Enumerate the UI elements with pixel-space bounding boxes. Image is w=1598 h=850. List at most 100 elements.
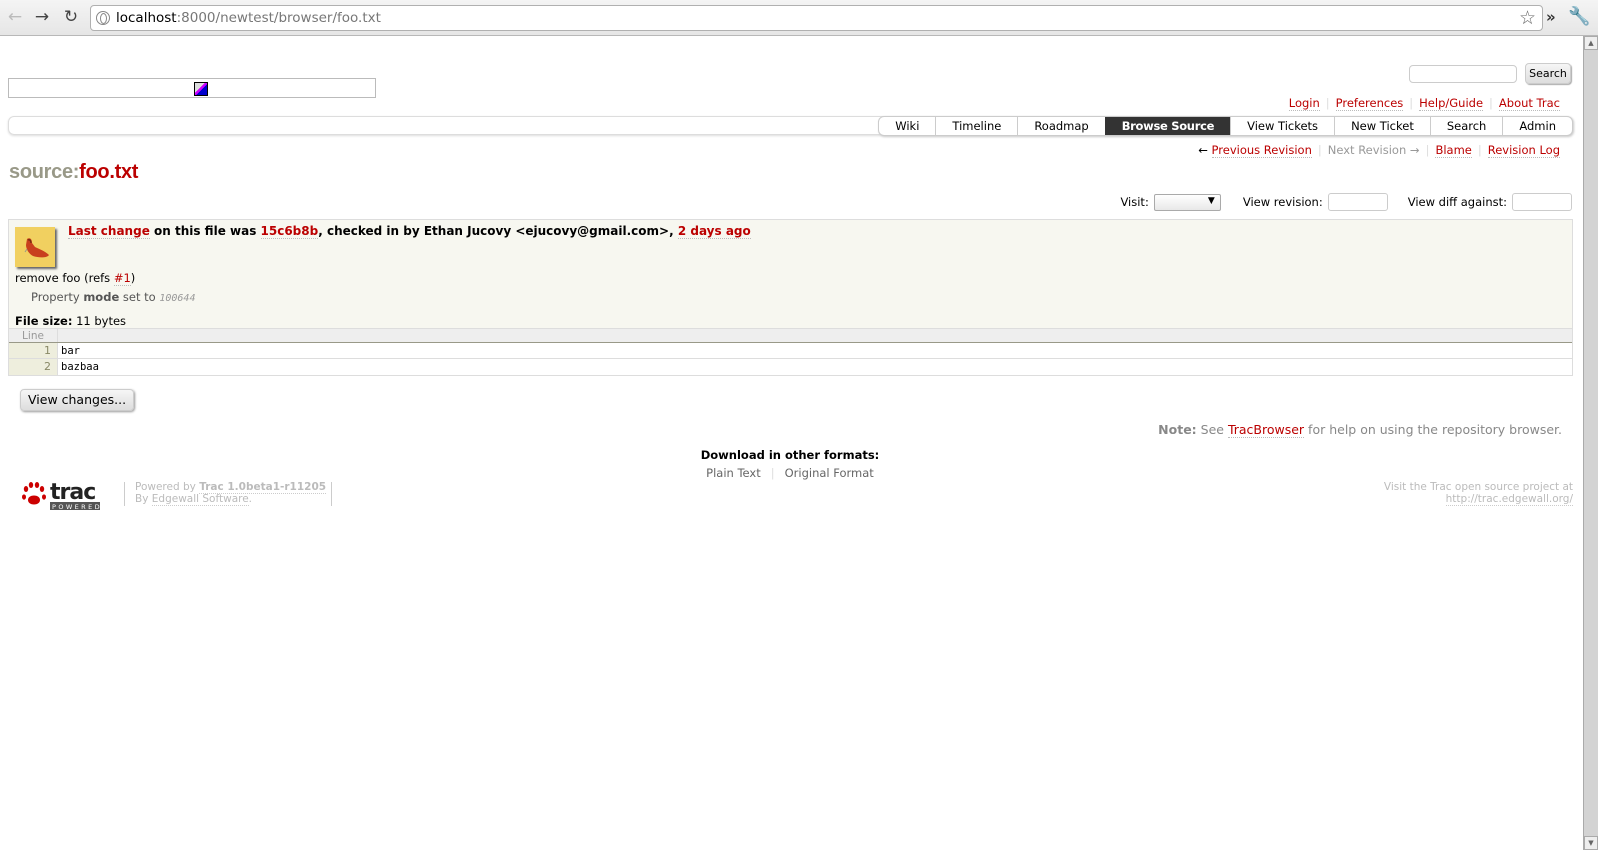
- tab-admin[interactable]: Admin: [1502, 117, 1572, 135]
- view-changes-button[interactable]: View changes...: [20, 389, 135, 411]
- search-button[interactable]: Search: [1525, 63, 1571, 84]
- last-change-text-1: on this file was: [149, 224, 261, 238]
- property-mid: set to: [119, 290, 160, 304]
- original-format-link[interactable]: Original Format: [775, 466, 884, 480]
- tab-view-tickets[interactable]: View Tickets: [1230, 117, 1334, 135]
- header-logo-image[interactable]: [8, 78, 376, 98]
- path-prefix-link[interactable]: source:: [9, 161, 79, 183]
- help-guide-link[interactable]: Help/Guide: [1419, 96, 1484, 111]
- reload-icon: ↻: [63, 7, 79, 27]
- line-number[interactable]: 2: [9, 359, 58, 375]
- arrow-right-icon: →: [1409, 143, 1420, 157]
- vertical-scrollbar[interactable]: ▲ ▼: [1583, 36, 1598, 850]
- tab-new-ticket[interactable]: New Ticket: [1334, 117, 1430, 135]
- scroll-up-icon[interactable]: ▲: [1584, 36, 1598, 50]
- tab-timeline[interactable]: Timeline: [935, 117, 1017, 135]
- scroll-down-icon[interactable]: ▼: [1584, 836, 1598, 850]
- powered-logo-text: POWERED: [52, 503, 102, 511]
- view-diff-input[interactable]: [1512, 193, 1572, 211]
- next-revision-label: Next Revision: [1327, 143, 1407, 157]
- line-text: bar: [61, 345, 80, 357]
- age-link[interactable]: 2 days ago: [677, 224, 751, 239]
- plain-text-link[interactable]: Plain Text: [696, 466, 771, 480]
- about-trac-link[interactable]: About Trac: [1498, 96, 1560, 111]
- line-number[interactable]: 1: [9, 343, 58, 358]
- browser-toolbar: ← → ↻ localhost:8000/newtest/browser/foo…: [0, 0, 1598, 36]
- next-revision: Next Revision →: [1328, 143, 1420, 158]
- visit-label: Visit:: [1120, 195, 1149, 209]
- alt-format-links: Plain Text | Original Format: [660, 466, 920, 480]
- back-button[interactable]: ←: [4, 6, 26, 28]
- path-file-link[interactable]: foo.txt: [79, 161, 138, 183]
- view-revision-label: View revision:: [1242, 195, 1323, 209]
- edgewall-link[interactable]: Edgewall Software: [151, 493, 249, 506]
- message-suffix: ): [130, 271, 136, 285]
- trac-site-link[interactable]: http://trac.edgewall.org/: [1445, 493, 1573, 506]
- separator: |: [1409, 96, 1414, 110]
- forward-button[interactable]: →: [31, 6, 53, 28]
- file-size-label: File size:: [15, 314, 73, 328]
- property-value: 100644: [159, 293, 196, 304]
- file-size-value: 11 bytes: [72, 314, 127, 328]
- ticket-link[interactable]: #1: [113, 271, 131, 286]
- preferences-link[interactable]: Preferences: [1335, 96, 1404, 111]
- main-nav: Wiki Timeline Roadmap Browse Source View…: [878, 116, 1573, 136]
- last-change-text: Last change on this file was 15c6b8b, ch…: [68, 224, 751, 239]
- view-diff-label: View diff against:: [1407, 195, 1507, 209]
- bookmark-star-icon[interactable]: ☆: [1519, 7, 1536, 29]
- separator: |: [1325, 96, 1330, 110]
- property-change: Property mode set to 100644: [31, 290, 195, 304]
- message-text: remove foo (refs: [15, 271, 114, 285]
- revision-log-link[interactable]: Revision Log: [1487, 143, 1560, 158]
- avatar: [15, 227, 55, 267]
- arrow-left-icon: ←: [1198, 143, 1208, 157]
- changeset-info: Last change on this file was 15c6b8b, ch…: [8, 219, 1573, 329]
- trac-powered-logo[interactable]: trac POWERED: [20, 480, 104, 512]
- alternate-formats: Download in other formats: Plain Text | Or…: [660, 448, 920, 480]
- by-text: By: [135, 493, 152, 505]
- meta-nav: Login | Preferences | Help/Guide | About…: [1283, 96, 1566, 111]
- url-text: localhost:8000/newtest/browser/foo.txt: [116, 10, 381, 26]
- separator: |: [1489, 96, 1493, 110]
- tab-search[interactable]: Search: [1429, 117, 1503, 135]
- view-revision-input[interactable]: [1327, 193, 1388, 211]
- tab-browse-source[interactable]: Browse Source: [1104, 117, 1231, 135]
- help-note: Note: See TracBrowser for help on using …: [1158, 422, 1562, 438]
- reload-button[interactable]: ↻: [60, 6, 82, 28]
- address-bar[interactable]: localhost:8000/newtest/browser/foo.txt ☆: [90, 5, 1543, 31]
- period: .: [248, 493, 253, 505]
- commit-message: remove foo (refs #1): [15, 271, 136, 286]
- blame-link[interactable]: Blame: [1435, 143, 1472, 158]
- wrench-menu-icon[interactable]: 🔧: [1568, 6, 1590, 27]
- previous-revision: ← Previous Revision: [1198, 143, 1312, 158]
- tab-wiki[interactable]: Wiki: [879, 117, 935, 135]
- extensions-chevron-icon[interactable]: »: [1546, 8, 1556, 26]
- page-title: source:foo.txt: [9, 161, 138, 184]
- jump-revision-form: Visit: View revision: View diff against:: [1120, 193, 1572, 211]
- previous-revision-link[interactable]: Previous Revision: [1211, 143, 1312, 158]
- powered-by: Powered by Trac 1.0beta1-r11205 By Edgew…: [135, 481, 327, 506]
- revision-link[interactable]: 15c6b8b: [260, 224, 319, 239]
- search-input[interactable]: [1409, 65, 1517, 83]
- last-change-text-2: , checked in by Ethan Jucovy <ejucovy@gm…: [318, 224, 678, 238]
- separator: |: [1317, 143, 1322, 157]
- tab-roadmap[interactable]: Roadmap: [1017, 117, 1104, 135]
- login-link[interactable]: Login: [1288, 96, 1320, 111]
- powered-by-text: Powered by: [135, 481, 200, 493]
- code-row: 1 bar: [9, 343, 1572, 359]
- code-table: Line 1 bar 2 bazbaa: [8, 329, 1573, 376]
- context-nav: ← Previous Revision | Next Revision → | …: [1192, 143, 1566, 158]
- file-size: File size: 11 bytes: [15, 314, 126, 328]
- visit-select[interactable]: [1153, 193, 1221, 211]
- last-change-link[interactable]: Last change: [68, 224, 150, 239]
- note-label: Note:: [1158, 422, 1197, 437]
- tracbrowser-link[interactable]: TracBrowser: [1227, 422, 1305, 438]
- code-header: Line: [9, 329, 1572, 343]
- trac-logo-text: trac: [50, 480, 95, 505]
- paw-icon: [22, 482, 46, 505]
- trac-version: Trac 1.0beta1-r11205: [199, 481, 327, 493]
- broken-image-icon: [194, 82, 208, 96]
- arrow-left-icon: ←: [7, 7, 23, 27]
- separator: |: [1477, 143, 1482, 157]
- property-prefix: Property: [31, 290, 84, 304]
